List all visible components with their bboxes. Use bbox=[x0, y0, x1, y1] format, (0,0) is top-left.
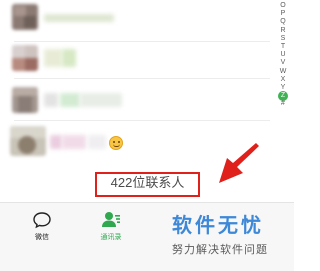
contact-name-redacted bbox=[60, 93, 80, 107]
contact-row[interactable] bbox=[0, 79, 270, 121]
contacts-icon bbox=[102, 212, 120, 227]
tab-chats[interactable]: 微信 bbox=[12, 206, 72, 246]
contact-name-redacted bbox=[80, 93, 122, 107]
chat-bubble-icon bbox=[33, 212, 51, 229]
contact-name-redacted bbox=[44, 93, 58, 107]
index-letter[interactable]: Q bbox=[272, 18, 294, 26]
contact-avatar bbox=[12, 4, 38, 30]
contact-row[interactable] bbox=[0, 0, 270, 42]
contact-name-redacted bbox=[62, 49, 76, 67]
contact-row[interactable] bbox=[0, 37, 270, 79]
index-letter[interactable]: P bbox=[272, 10, 294, 18]
contact-count-label: 422位联系人 bbox=[110, 175, 185, 190]
index-letter[interactable]: O bbox=[272, 2, 294, 10]
contact-avatar bbox=[10, 126, 46, 156]
index-letter[interactable]: W bbox=[272, 68, 294, 76]
index-letter[interactable]: T bbox=[272, 43, 294, 51]
index-letter[interactable]: X bbox=[272, 76, 294, 84]
index-letter[interactable]: U bbox=[272, 51, 294, 59]
contact-name-redacted bbox=[62, 135, 86, 149]
smiley-emoji-icon bbox=[109, 136, 123, 150]
contact-name-redacted bbox=[44, 49, 62, 67]
index-letter[interactable]: R bbox=[272, 27, 294, 35]
index-letter[interactable]: S bbox=[272, 35, 294, 43]
contacts-screen: O P Q R S T U V W X Y Z # 422位联系人 微信 通讯录 软件无忧 努力解决软件… bbox=[0, 0, 294, 271]
contact-avatar bbox=[12, 87, 38, 113]
watermark-subtitle: 努力解决软件问题 bbox=[172, 243, 268, 256]
watermark-logo: 软件无忧 努力解决软件问题 bbox=[168, 207, 294, 271]
watermark-title: 软件无忧 bbox=[172, 213, 264, 237]
contact-name-redacted bbox=[44, 14, 114, 22]
contact-avatar bbox=[12, 45, 38, 71]
tab-chats-label: 微信 bbox=[35, 234, 49, 241]
index-letter[interactable]: V bbox=[272, 59, 294, 67]
red-arrow-icon bbox=[219, 143, 259, 183]
tab-contacts[interactable]: 通讯录 bbox=[81, 206, 141, 246]
tab-contacts-label: 通讯录 bbox=[100, 234, 122, 241]
index-letter[interactable]: Z bbox=[272, 92, 294, 100]
contact-name-redacted bbox=[50, 135, 62, 149]
alphabet-index-bar[interactable]: O P Q R S T U V W X Y Z # bbox=[272, 0, 294, 110]
contact-name-redacted bbox=[88, 135, 106, 149]
index-letter[interactable]: # bbox=[272, 100, 294, 108]
